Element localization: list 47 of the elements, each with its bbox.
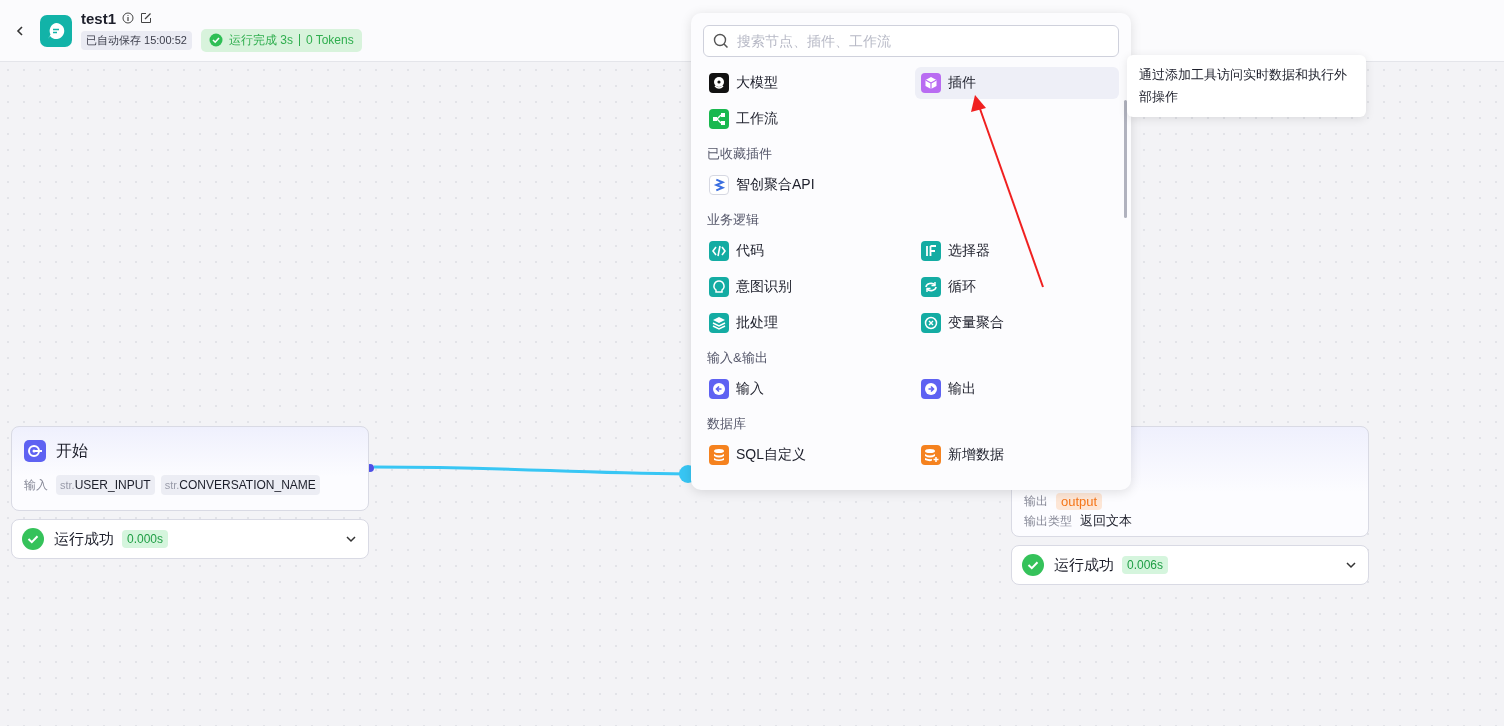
search-field[interactable]: 搜索节点、插件、工作流 — [703, 25, 1119, 57]
field-value: 返回文本 — [1080, 512, 1132, 530]
menu-item[interactable]: 循环 — [915, 271, 1119, 303]
run-result-bar[interactable]: 运行成功 0.006s — [1011, 545, 1369, 585]
menu-item[interactable]: 工作流 — [703, 103, 915, 135]
menu-item[interactable]: 智创聚合API — [703, 169, 915, 201]
run-time-badge: 0.000s — [122, 530, 169, 548]
param-tag: str.CONVERSATION_NAME — [160, 475, 320, 495]
section-heading: 数据库 — [706, 415, 747, 433]
scrollbar[interactable] — [1124, 100, 1127, 218]
run-time-badge: 0.006s — [1122, 556, 1169, 574]
run-result-bar[interactable]: 运行成功 0.000s — [11, 519, 369, 559]
workflow-title: test1 — [81, 9, 117, 27]
success-icon — [22, 528, 44, 550]
node-card[interactable]: 开始 输入 str.USER_INPUT str.CONVERSATION_NAME — [11, 426, 369, 511]
run-status-text: 运行完成 3s — [228, 31, 293, 49]
app-logo-icon — [40, 14, 72, 47]
search-icon — [713, 33, 729, 49]
menu-item[interactable]: 选择器 — [915, 235, 1119, 267]
param-tag: str.USER_INPUT — [56, 475, 155, 495]
section-heading: 已收藏插件 — [706, 145, 773, 163]
field-label: 输出类型 — [1024, 512, 1072, 530]
check-icon — [208, 33, 223, 47]
tooltip-text: 通过添加工具访问实时数据和执行外部操作 — [1139, 66, 1348, 106]
token-count: 0 Tokens — [305, 33, 354, 47]
menu-item[interactable]: SQL自定义 — [703, 439, 915, 471]
menu-item[interactable]: 输出 — [915, 373, 1119, 405]
menu-item[interactable]: 批处理 — [703, 307, 915, 339]
section-heading: 输入&输出 — [706, 349, 769, 367]
start-node-icon — [24, 440, 46, 462]
section-heading: 业务逻辑 — [706, 211, 760, 229]
edit-icon[interactable] — [140, 12, 153, 24]
menu-item[interactable]: 代码 — [703, 235, 915, 267]
node-title: 开始 — [56, 440, 88, 461]
run-status-text: 运行成功 — [1054, 555, 1114, 575]
menu-item[interactable]: 意图识别 — [703, 271, 915, 303]
menu-item[interactable]: 变量聚合 — [915, 307, 1119, 339]
menu-item[interactable]: 输入 — [703, 373, 915, 405]
field-label: 输出 — [1024, 493, 1048, 510]
menu-item[interactable]: 大模型 — [703, 67, 915, 99]
variable-tag: output — [1056, 493, 1103, 510]
field-label: 输入 — [24, 476, 48, 494]
autosave-label: 已自动保存 15:00:52 — [81, 30, 192, 50]
info-icon[interactable] — [122, 12, 135, 24]
run-status-text: 运行成功 — [54, 529, 114, 549]
menu-item[interactable]: 插件 — [915, 67, 1119, 99]
success-icon — [1022, 554, 1044, 576]
